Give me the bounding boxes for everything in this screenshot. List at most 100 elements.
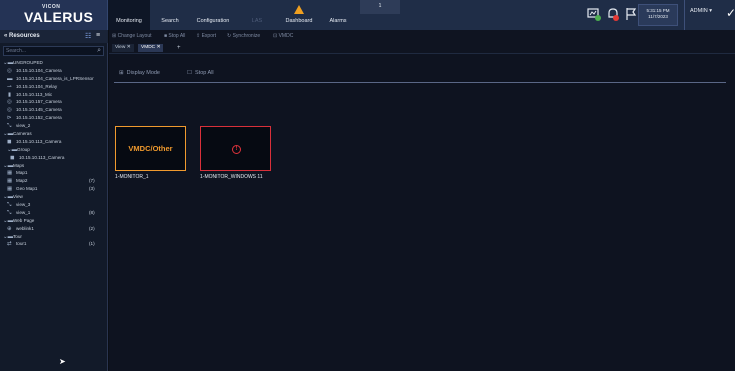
vmdc-label: VMDC <box>278 33 294 39</box>
tree-item-label: 10.15.10.145_Camera <box>16 107 62 113</box>
logo-valerus-text: VALERUS <box>24 9 94 25</box>
tree-item-count: (3) <box>89 186 95 192</box>
clock-date: 11/7/2023 <box>648 14 668 19</box>
divider <box>114 82 726 83</box>
tab-vmdc[interactable]: VMDC ✕ <box>138 44 164 52</box>
nav-alarms[interactable]: Alarms <box>322 0 354 30</box>
ptz-camera-icon: ⊳ <box>7 115 12 122</box>
tree-item[interactable]: ⊳ 10.15.10.152_Camera <box>0 114 108 122</box>
notification-tab[interactable]: 1 <box>360 0 400 14</box>
resource-search: ⌕ <box>3 46 104 56</box>
app-logo[interactable]: VICON VALERUS <box>0 0 108 30</box>
camera-icon: ◎ <box>7 99 12 106</box>
bell-alert-icon[interactable] <box>606 7 620 21</box>
tree-item-label: 10.15.10.113_Mic <box>16 91 53 97</box>
toolbar: ⊞ Change Layout ■ Stop All ⇪ Export ↻ Sy… <box>109 30 735 42</box>
user-menu[interactable]: ADMIN ▾ <box>690 8 712 14</box>
nav-search[interactable]: Search <box>152 0 188 30</box>
nav-las: LAS <box>251 18 263 24</box>
tree-item-label: view_1 <box>16 209 31 215</box>
synchronize-button[interactable]: ↻ Synchronize <box>227 33 260 39</box>
map-icon: ▦ <box>7 178 13 185</box>
list-view-icon[interactable]: ≡ <box>96 32 100 39</box>
display-mode-label: Display Mode <box>126 70 160 76</box>
map-icon: ▦ <box>7 186 13 193</box>
add-tab-button[interactable]: + <box>177 44 181 52</box>
folder-open-icon: ⌄▬ <box>3 194 14 201</box>
folder-open-icon: ⌄▬ <box>3 162 14 169</box>
lpr-sensor-icon: ▬ <box>7 75 13 82</box>
synchronize-label: Synchronize <box>232 33 261 39</box>
tree-item-count: (2) <box>89 225 95 231</box>
change-layout-button[interactable]: ⊞ Change Layout <box>112 33 152 39</box>
notification-count: 1 <box>378 3 382 9</box>
tree-item[interactable]: ◼ 10.15.10.113_Camera <box>0 154 108 162</box>
tree-item[interactable]: ▦ Geo Map1 (3) <box>0 185 108 193</box>
tree-item[interactable]: ◎ 10.15.10.145_Camera <box>0 106 108 114</box>
tree-item-label: Geo Map1 <box>16 186 38 192</box>
warning-icon <box>294 5 304 14</box>
monitor-label: 1-MONITOR_WINDOWS 11 <box>200 174 263 180</box>
sidebar-title[interactable]: « Resources <box>4 33 40 39</box>
folder-open-icon: ⌄▬ <box>3 60 14 66</box>
tree-view-icon[interactable]: ☷ <box>85 32 91 40</box>
folder-open-icon: ⌄▬ <box>3 131 14 138</box>
export-button[interactable]: ⇪ Export <box>196 33 216 39</box>
export-label: Export <box>201 33 217 39</box>
main-panel: ⊞ Change Layout ■ Stop All ⇪ Export ↻ Sy… <box>109 30 735 371</box>
tree-item-label: 10.15.10.104_Camera_is_LPRSensor <box>16 75 94 81</box>
tree-item-count: (1) <box>89 241 95 247</box>
tree-item-label: Group <box>17 146 30 152</box>
stop-all-button[interactable]: ■ Stop All <box>164 33 185 39</box>
camera-icon: ◎ <box>7 107 12 114</box>
tree-item-count: (8) <box>89 209 95 215</box>
monitor-tile[interactable]: ! <box>200 126 271 171</box>
search-input[interactable] <box>6 47 92 55</box>
flag-icon[interactable] <box>624 7 638 21</box>
monitor-tile[interactable]: VMDC/Other <box>115 126 186 171</box>
tree-item[interactable]: ⊕ weblink1 (2) <box>0 225 108 233</box>
tree-item[interactable]: ▮ 10.15.10.113_Mic <box>0 91 108 99</box>
tree-item[interactable]: ▦ Map2 (7) <box>0 177 108 185</box>
search-icon[interactable]: ⌕ <box>97 47 101 55</box>
display-mode-button[interactable]: ⊞ Display Mode <box>119 70 160 76</box>
tree-item[interactable]: ⤡ view_3 <box>0 201 108 209</box>
tree-item[interactable]: ◎ 10.15.10.157_Camera <box>0 98 108 106</box>
tree-item[interactable]: ◼ 10.15.10.113_Camera <box>0 138 108 146</box>
vmdc-button[interactable]: ⊡ VMDC <box>273 33 293 39</box>
nav-dashboard-label: Dashboard <box>285 18 313 24</box>
sidebar-title-text: Resources <box>9 33 40 39</box>
nav-dashboard[interactable]: Dashboard <box>276 0 322 30</box>
mouse-cursor-icon: ➤ <box>59 357 66 366</box>
tree-item-group[interactable]: ⌄▬ Group <box>0 146 108 154</box>
tree-item[interactable]: ◎ 10.15.10.104_Camera <box>0 67 108 75</box>
tree-item-label: Tour <box>13 233 22 239</box>
tree-item-view[interactable]: ⌄▬ View <box>0 193 108 201</box>
tab-view[interactable]: View ✕ <box>112 44 134 52</box>
tour-icon: ⇄ <box>7 241 12 248</box>
nav-monitoring[interactable]: Monitoring <box>108 0 150 30</box>
tree-item-label: View <box>13 194 23 200</box>
tree-item-tour[interactable]: ⌄▬ Tour <box>0 233 108 241</box>
folder-open-icon: ⌄▬ <box>3 233 14 240</box>
monitor-status-icon[interactable] <box>587 7 601 21</box>
stop-all-content-button[interactable]: ☐ Stop All <box>187 70 214 76</box>
map-icon: ▦ <box>7 170 13 177</box>
relay-icon: ⊸ <box>7 83 12 90</box>
tree-item[interactable]: ⇄ tour1 (1) <box>0 240 108 248</box>
tree-item-ungrouped[interactable]: ⌄▬ UNGROUPED <box>0 59 108 67</box>
tree-item-label: 10.15.10.113_Camera <box>16 138 62 144</box>
tree-item-label: view_2 <box>16 123 31 129</box>
tree-item-web-page[interactable]: ⌄▬ Web Page <box>0 217 108 225</box>
tree-item[interactable]: ▦ Map1 <box>0 169 108 177</box>
tree-item-maps[interactable]: ⌄▬ Maps <box>0 162 108 170</box>
tree-item[interactable]: ▬ 10.15.10.104_Camera_is_LPRSensor <box>0 75 108 83</box>
nav-configuration[interactable]: Configuration <box>188 0 238 30</box>
tree-item[interactable]: ⊸ 10.15.10.104_Relay <box>0 83 108 91</box>
tree-item-label: Cameras <box>13 131 32 137</box>
tree-item[interactable]: ⤡ view_1 (8) <box>0 209 108 217</box>
check-icon[interactable]: ✓ <box>726 6 735 20</box>
tree-item-cameras[interactable]: ⌄▬ Cameras <box>0 130 108 138</box>
camera-icon: ◎ <box>7 67 12 74</box>
tree-item[interactable]: ⤡ view_2 <box>0 122 108 130</box>
